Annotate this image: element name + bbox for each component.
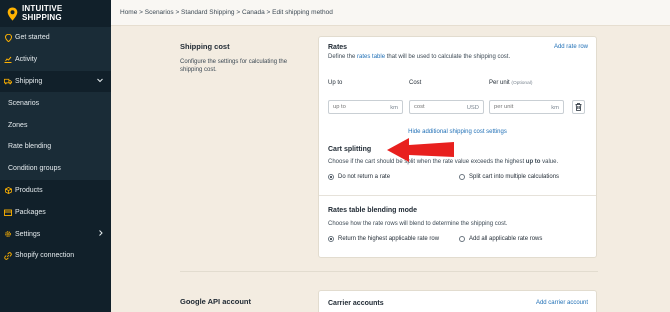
per-unit-input[interactable] [494, 104, 544, 110]
sidebar-item-label: Shipping [15, 77, 43, 85]
cost-unit: USD [466, 104, 479, 111]
rates-description: Define the rates table that will be used… [328, 54, 510, 60]
sidebar-item-packages[interactable]: Packages [0, 201, 111, 223]
radio-do-not-return-rate[interactable]: Do not return a rate [328, 174, 390, 180]
carrier-accounts-title: Carrier accounts [328, 300, 384, 307]
sidebar-item-label: Scenarios [8, 99, 40, 107]
radio-label: Return the highest applicable rate row [338, 236, 440, 242]
sidebar-item-settings[interactable]: Settings [0, 223, 111, 245]
sidebar-item-activity[interactable]: Activity [0, 48, 111, 71]
radio-label: Split cart into multiple calculations [469, 174, 560, 180]
sidebar-item-label: Activity [15, 56, 38, 64]
radio-highest-rate-row[interactable]: Return the highest applicable rate row [328, 236, 439, 242]
per-unit-field[interactable]: km [489, 100, 564, 114]
radio-unselected-indicator [459, 174, 465, 180]
rates-card: Rates Add rate row Define the rates tabl… [318, 36, 597, 258]
sidebar-item-rate-blending[interactable]: Rate blending [0, 135, 111, 158]
sidebar: INTUITIVE SHIPPING Get started Activity … [0, 0, 111, 312]
radio-split-cart[interactable]: Split cart into multiple calculations [459, 174, 559, 180]
add-carrier-account-link[interactable]: Add carrier account [536, 300, 588, 306]
optional-label: (Optional) [511, 81, 533, 86]
radio-unselected-indicator [459, 236, 465, 242]
hide-additional-settings-link[interactable]: Hide additional shipping cost settings [319, 129, 596, 135]
shipping-cost-description: Configure the settings for calculating t… [180, 59, 288, 73]
shipping-cost-title: Shipping cost [180, 42, 230, 51]
column-header-per-unit: Per unit (Optional) [489, 80, 532, 86]
truck-icon [4, 77, 12, 85]
sidebar-item-label: Shopify connection [15, 252, 75, 260]
pin-icon [4, 33, 12, 42]
logo-text: INTUITIVE SHIPPING [22, 4, 62, 22]
blending-title: Rates table blending mode [328, 207, 418, 214]
gear-icon [4, 230, 12, 238]
add-rate-row-link[interactable]: Add rate row [554, 44, 588, 50]
logo-line-2: SHIPPING [22, 12, 62, 22]
cart-splitting-description-suffix: value. [540, 159, 559, 165]
chart-icon [4, 56, 12, 64]
sidebar-item-scenarios[interactable]: Scenarios [0, 92, 111, 115]
up-to-input[interactable] [333, 104, 383, 110]
column-header-up-to: Up to [328, 80, 343, 86]
sidebar-item-label: Settings [15, 230, 41, 238]
sidebar-item-products[interactable]: Products [0, 180, 111, 202]
chevron-right-icon [99, 230, 103, 238]
sidebar-item-condition-groups[interactable]: Condition groups [0, 157, 111, 180]
column-header-cost: Cost [409, 80, 422, 86]
sidebar-item-shopify-connection[interactable]: Shopify connection [0, 245, 111, 267]
section-separator [180, 271, 598, 272]
delete-row-button[interactable] [572, 100, 585, 114]
sidebar-item-label: Condition groups [8, 165, 61, 173]
radio-selected-indicator [328, 236, 334, 242]
cost-input[interactable] [414, 104, 464, 110]
annotation-arrow-icon [387, 138, 454, 162]
carrier-accounts-card: Carrier accounts Add carrier account [318, 290, 597, 312]
sidebar-item-label: Zones [8, 121, 28, 129]
section-divider [319, 195, 596, 196]
cart-splitting-description-bold: up to [525, 159, 541, 165]
rates-title: Rates [328, 44, 348, 51]
box-icon [4, 186, 12, 194]
blending-description: Choose how the rate rows will blend to d… [328, 221, 508, 227]
trash-icon [575, 103, 582, 111]
main-content: Home > Scenarios > Standard Shipping > C… [111, 0, 670, 312]
up-to-field[interactable]: km [328, 100, 403, 114]
chevron-down-icon [97, 78, 103, 85]
sidebar-item-label: Products [15, 186, 43, 194]
package-icon [4, 208, 12, 216]
link-icon [4, 252, 12, 260]
breadcrumb[interactable]: Home > Scenarios > Standard Shipping > C… [120, 9, 333, 16]
cost-field[interactable]: USD [409, 100, 484, 114]
rates-description-suffix: that will be used to calculate the shipp… [385, 54, 511, 60]
cart-splitting-title: Cart splitting [328, 146, 372, 153]
sidebar-nav: Get started Activity Shipping Scenarios … [0, 27, 111, 267]
sidebar-item-label: Rate blending [8, 143, 52, 151]
sidebar-item-shipping[interactable]: Shipping [0, 71, 111, 93]
radio-label: Add all applicable rate rows [469, 236, 543, 242]
sidebar-item-zones[interactable]: Zones [0, 114, 111, 136]
sidebar-item-label: Packages [15, 208, 46, 216]
radio-label: Do not return a rate [338, 174, 391, 180]
google-api-title: Google API account [180, 297, 251, 306]
per-unit-unit: km [551, 104, 559, 111]
rates-table-link[interactable]: rates table [357, 54, 385, 60]
sidebar-item-get-started[interactable]: Get started [0, 27, 111, 49]
up-to-unit: km [390, 104, 398, 111]
location-pin-icon [7, 7, 18, 20]
per-unit-label: Per unit [489, 80, 510, 86]
radio-add-all-rate-rows[interactable]: Add all applicable rate rows [459, 236, 542, 242]
sidebar-item-label: Get started [15, 34, 50, 42]
radio-selected-indicator [328, 174, 334, 180]
rates-description-prefix: Define the [328, 54, 358, 60]
app-logo[interactable]: INTUITIVE SHIPPING [7, 4, 62, 22]
